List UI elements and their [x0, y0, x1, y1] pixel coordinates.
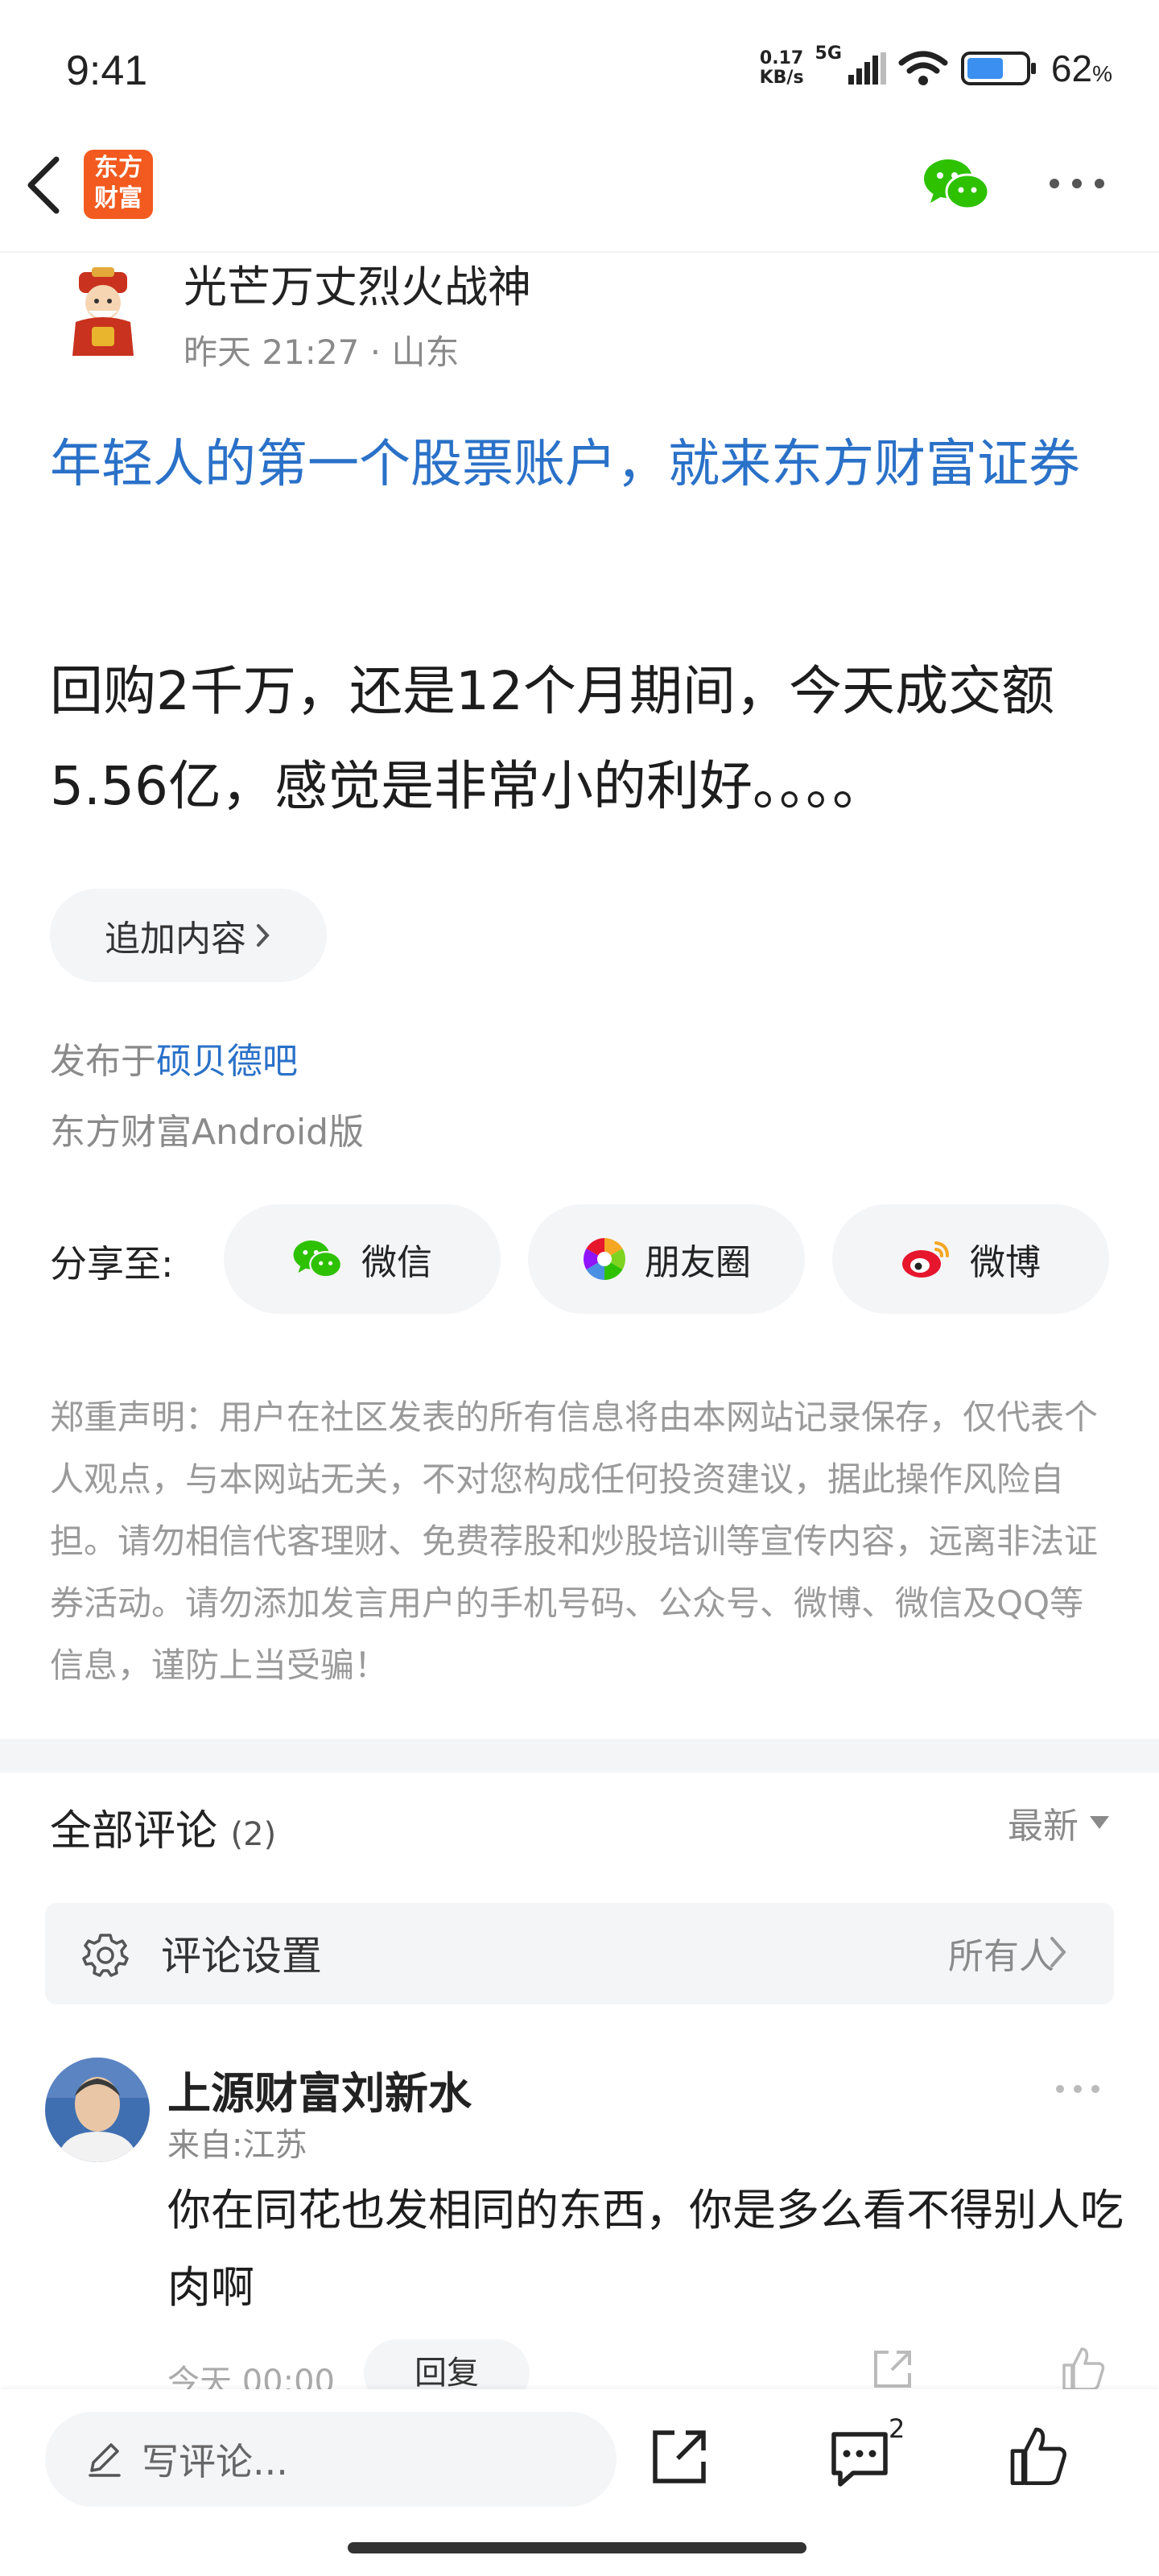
share-icon[interactable]	[869, 2346, 916, 2392]
more-icon[interactable]	[1050, 179, 1104, 188]
net-speed-unit: KB/s	[759, 68, 804, 88]
weibo-icon	[902, 1241, 949, 1278]
like-icon[interactable]	[1006, 2423, 1070, 2487]
chevron-right-icon	[257, 924, 270, 947]
header-divider	[0, 251, 1159, 253]
write-comment-placeholder: 写评论...	[142, 2440, 288, 2483]
disclaimer: 郑重声明：用户在社区发表的所有信息将由本网站记录保存，仅代表个人观点，与本网站无…	[50, 1397, 1099, 1685]
post-content: 回购2千万，还是12个月期间，今天成交额5.56亿，感觉是非常小的利好。。。。	[50, 660, 1054, 817]
chevron-right-icon	[1050, 1937, 1066, 1967]
comment-settings-label: 评论设置	[161, 1933, 322, 1979]
meta-separator: ·	[369, 332, 392, 372]
gear-icon	[82, 1934, 129, 1977]
comment-more-icon[interactable]	[1056, 2085, 1099, 2093]
commenter-avatar[interactable]	[45, 2058, 150, 2162]
person-icon	[45, 2058, 150, 2162]
battery-percent: 62%	[1050, 47, 1112, 89]
author-avatar[interactable]	[56, 266, 150, 359]
share-weibo-label: 微博	[970, 1242, 1041, 1283]
share-moments-label: 朋友圈	[645, 1242, 751, 1283]
wechat-share-icon[interactable]	[922, 156, 992, 213]
board-link[interactable]: 硕贝德吧	[156, 1041, 298, 1082]
back-icon[interactable]	[19, 153, 68, 217]
append-content-label: 追加内容	[105, 919, 246, 960]
status-icons: 0.17 KB/s 5G 62%	[760, 43, 1112, 90]
post-location: 山东	[391, 332, 460, 372]
comment-settings-value: 所有人	[948, 1936, 1054, 1977]
commenter-location: 来自:江苏	[167, 2127, 307, 2164]
battery-icon	[960, 52, 1036, 85]
sort-dropdown[interactable]: 最新	[1008, 1797, 1109, 1848]
post-title[interactable]: 年轻人的第一个股票账户，就来东方财富证券	[50, 423, 1120, 506]
comment-count-badge: 2	[889, 2413, 905, 2444]
share-moments-button[interactable]: 朋友圈	[528, 1204, 805, 1314]
comments-count: (2)	[230, 1816, 277, 1853]
post-client: 东方财富Android版	[50, 1112, 365, 1153]
signal-icon	[848, 52, 886, 85]
net-speed-value: 0.17	[759, 48, 804, 68]
post-time: 昨天 21:27	[184, 332, 360, 372]
comment-text: 你在同花也发相同的东西，你是多么看不得别人吃肉啊	[167, 2185, 1124, 2313]
share-weibo-button[interactable]: 微博	[832, 1204, 1109, 1314]
share-label: 分享至:	[50, 1242, 174, 1286]
moments-icon	[584, 1238, 625, 1280]
pencil-icon	[89, 2443, 121, 2477]
commenter-name[interactable]: 上源财富刘新水	[167, 2058, 472, 2121]
post-meta: 昨天 21:27 · 山东	[184, 325, 459, 374]
comment-icon[interactable]	[829, 2426, 893, 2491]
share-wechat-button[interactable]: 微信	[224, 1204, 501, 1314]
share-wechat-label: 微信	[361, 1242, 432, 1283]
like-icon[interactable]	[1059, 2344, 1107, 2392]
network-speed: 0.17 KB/s	[760, 49, 804, 88]
published-in: 发布于硕贝德吧	[50, 1041, 298, 1082]
sort-label: 最新	[1008, 1806, 1079, 1847]
home-indicator[interactable]	[348, 2542, 806, 2553]
status-time: 9:41	[66, 47, 148, 94]
share-icon[interactable]	[649, 2426, 710, 2487]
caret-down-icon	[1090, 1816, 1109, 1829]
wechat-icon	[293, 1240, 343, 1278]
section-divider	[0, 1739, 1159, 1773]
comments-title: 全部评论 (2)	[50, 1807, 277, 1856]
append-content-button[interactable]: 追加内容	[50, 889, 327, 982]
app-logo[interactable]: 东方 财富	[84, 150, 153, 219]
write-comment-input[interactable]: 写评论...	[45, 2412, 617, 2507]
author-name[interactable]: 光芒万丈烈火战神	[184, 251, 531, 315]
network-type: 5G	[815, 43, 842, 64]
wifi-icon	[898, 51, 948, 85]
